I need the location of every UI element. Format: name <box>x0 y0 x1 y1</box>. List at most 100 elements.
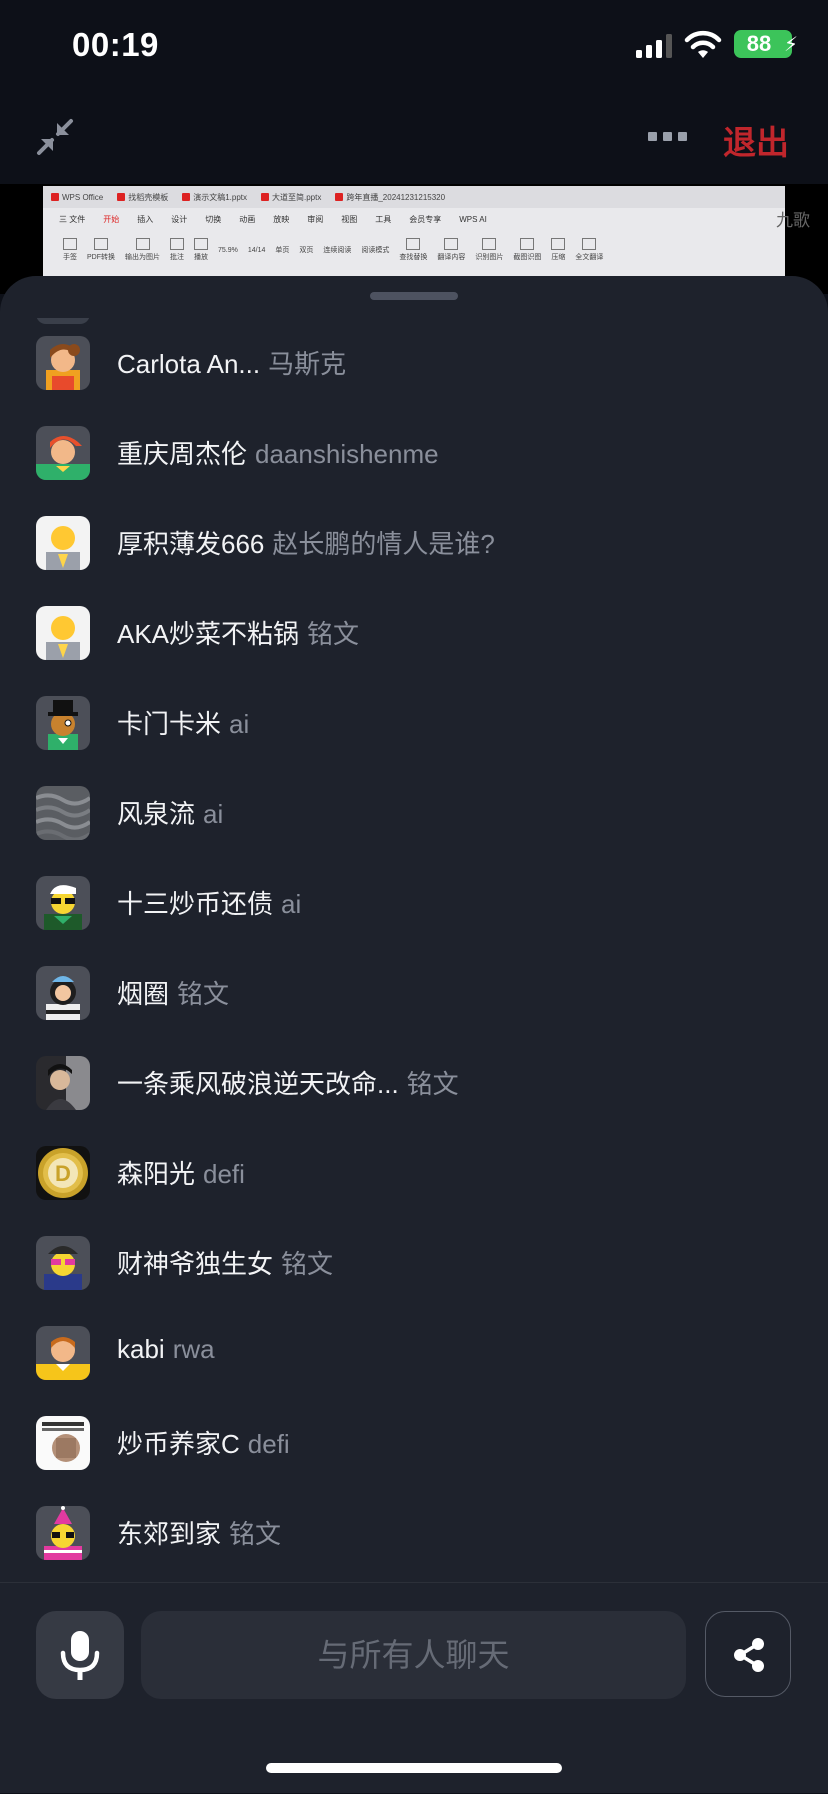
participant-row[interactable]: 财神爷独生女 铭文 <box>0 1218 828 1308</box>
avatar <box>36 1416 90 1470</box>
wps-tab: 演示文稿1.pptx <box>182 192 247 203</box>
avatar <box>36 606 90 660</box>
charging-bolt-icon: ⚡ <box>783 34 798 56</box>
participant-row[interactable]: Carlota An... 马斯克 <box>0 318 828 408</box>
wps-menu-item: 工具 <box>375 214 392 224</box>
drag-handle[interactable] <box>370 292 458 300</box>
shared-side-text: 九歌 <box>776 211 810 230</box>
participant-name: 炒币养家C <box>117 1429 240 1459</box>
wps-tool: 查找替换 <box>399 238 427 262</box>
cellular-signal-icon <box>636 34 672 58</box>
participant-name: Carlota An... <box>117 349 261 379</box>
participant-message: 铭文 <box>406 1069 459 1099</box>
avatar <box>36 1236 90 1290</box>
wps-tool: 压缩 <box>551 238 566 262</box>
microphone-button[interactable] <box>36 1611 124 1699</box>
wps-tool: 双页 <box>299 247 314 254</box>
wps-menu-item: 插入 <box>137 214 154 224</box>
participant-row[interactable]: kabi rwa <box>0 1308 828 1398</box>
participant-name: 森阳光 <box>117 1159 196 1189</box>
participant-message: 铭文 <box>229 1519 282 1549</box>
participant-row[interactable]: 厚积薄发666 赵长鹏的情人是谁? <box>0 498 828 588</box>
wifi-icon <box>684 30 722 58</box>
participant-name: 风泉流 <box>117 799 196 829</box>
wps-tab: 找稻壳模板 <box>117 192 168 203</box>
wps-tab-strip: WPS Office 找稻壳模板 演示文稿1.pptx 大道至简.pptx 跨年… <box>43 186 785 208</box>
status-time: 00:19 <box>72 26 159 63</box>
home-indicator[interactable] <box>266 1763 562 1773</box>
wps-tool: 截图识图 <box>513 238 541 262</box>
wps-menu-item: 放映 <box>273 214 290 224</box>
avatar <box>36 696 90 750</box>
participant-row[interactable]: AKA炒菜不粘锅 铭文 <box>0 588 828 678</box>
wps-menu-item: 三 文件 <box>59 214 86 224</box>
wps-menu-item: 开始 <box>103 214 120 224</box>
wps-tool: 批注 <box>170 238 184 262</box>
avatar <box>36 786 90 840</box>
wps-toolbar: 手签 PDF转换 输出为图片 批注 播放 75.9% 14/14 单页 双页 连… <box>43 230 785 270</box>
participant-row[interactable]: D 森阳光 defi <box>0 1128 828 1218</box>
participant-message: ai <box>229 709 250 739</box>
battery-level: 88 <box>746 31 772 56</box>
svg-text:D: D <box>55 1161 71 1186</box>
avatar <box>36 426 90 480</box>
wps-tool: 翻译内容 <box>437 238 465 262</box>
participant-row[interactable]: 十三炒币还债 ai <box>0 858 828 948</box>
wps-tab: WPS Office <box>51 193 103 202</box>
wps-tab: 大道至简.pptx <box>261 192 321 203</box>
wps-tab: 跨年直播_20241231215320 <box>335 192 445 203</box>
avatar <box>36 876 90 930</box>
participant-name: 财神爷独生女 <box>117 1249 274 1279</box>
avatar <box>36 1056 90 1110</box>
minimize-arrows-icon[interactable] <box>36 118 74 156</box>
wps-tool: 阅读模式 <box>361 247 390 254</box>
avatar <box>36 336 90 390</box>
wps-tool: 识别图片 <box>475 238 503 262</box>
wps-menu-item: 视图 <box>341 214 358 224</box>
status-bar: 00:19 88 ⚡ <box>0 0 828 92</box>
participant-name: 重庆周杰伦 <box>117 439 248 469</box>
wps-menu-item: 动画 <box>239 214 256 224</box>
participant-name: 十三炒币还债 <box>117 889 274 919</box>
wps-tool: PDF转换 <box>87 238 115 262</box>
share-icon <box>734 1638 764 1672</box>
participant-name: 东郊到家 <box>117 1519 222 1549</box>
wps-menu-bar: 三 文件 开始 插入 设计 切换 动画 放映 审阅 视图 工具 会员专享 WPS… <box>43 208 785 230</box>
participant-message: 铭文 <box>307 619 360 649</box>
participant-name: 烟圈 <box>117 979 170 1009</box>
wps-tool: 手签 <box>63 238 77 262</box>
participant-row[interactable]: 一条乘风破浪逆天改命... 铭文 <box>0 1038 828 1128</box>
participant-message: defi <box>203 1159 245 1189</box>
wps-tool: 输出为图片 <box>125 238 160 262</box>
exit-button[interactable]: 退出 <box>723 116 789 164</box>
participant-row[interactable]: 炒币养家C defi <box>0 1398 828 1488</box>
participant-name: 卡门卡米 <box>117 709 222 739</box>
avatar <box>36 966 90 1020</box>
participant-list[interactable]: Carlota An... 马斯克 重庆周杰伦 daanshishenme 厚积薄发… <box>0 318 828 1582</box>
participant-row[interactable]: 重庆周杰伦 daanshishenme <box>0 408 828 498</box>
wps-menu-item: 会员专享 <box>409 214 442 224</box>
participant-message: 马斯克 <box>268 349 347 379</box>
battery-indicator: 88 ⚡ <box>734 30 798 58</box>
wps-tool: 播放 <box>194 238 208 262</box>
more-options-icon[interactable] <box>648 132 688 144</box>
avatar <box>36 1506 90 1560</box>
participant-row[interactable]: 卡门卡米 ai <box>0 678 828 768</box>
participant-name: kabi <box>117 1334 165 1364</box>
participant-row[interactable]: 东郊到家 铭文 <box>0 1488 828 1578</box>
participant-message: ai <box>203 799 224 829</box>
avatar: D <box>36 1146 90 1200</box>
participant-message: 铭文 <box>177 979 230 1009</box>
participant-row[interactable]: 烟圈 铭文 <box>0 948 828 1038</box>
participant-sheet: Carlota An... 马斯克 重庆周杰伦 daanshishenme 厚积薄发… <box>0 276 828 1793</box>
participant-row[interactable]: 风泉流 ai <box>0 768 828 858</box>
wps-tool: 75.9% <box>218 246 238 254</box>
wps-menu-item: 审阅 <box>307 214 324 224</box>
participant-name: 厚积薄发666 <box>117 529 265 559</box>
participant-message: defi <box>247 1429 290 1459</box>
participant-message: 赵长鹏的情人是谁? <box>272 529 495 559</box>
participant-message: ai <box>281 889 302 919</box>
chat-input[interactable] <box>141 1611 686 1699</box>
top-bar: 退出 <box>0 92 828 184</box>
share-button[interactable] <box>705 1611 791 1697</box>
